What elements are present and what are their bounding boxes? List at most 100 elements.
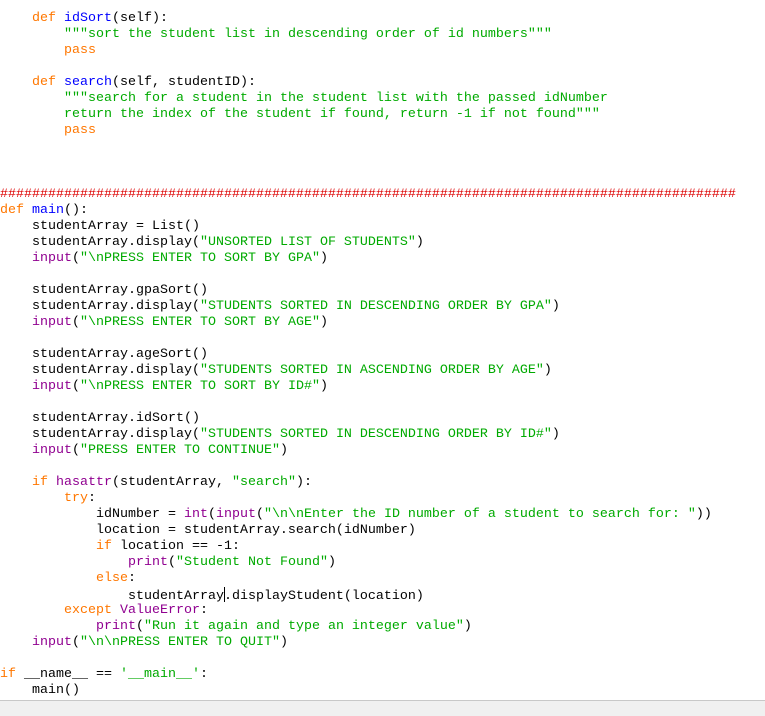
- string-token: "STUDENTS SORTED IN ASCENDING ORDER BY A…: [199, 363, 544, 378]
- string-token: """search for a student in the student l…: [64, 91, 608, 106]
- code-line[interactable]: if hasattr(studentArray, "search"):: [0, 475, 736, 491]
- keyword-token: except: [64, 603, 112, 618]
- code-line[interactable]: ​: [0, 155, 736, 171]
- code-line[interactable]: ​: [0, 267, 736, 283]
- code-line[interactable]: studentArray.display("STUDENTS SORTED IN…: [0, 427, 736, 443]
- code-token: (studentArray,: [112, 475, 232, 490]
- string-token: "PRESS ENTER TO CONTINUE": [80, 443, 280, 458]
- code-line[interactable]: pass: [0, 123, 736, 139]
- code-token: location == -1:: [111, 539, 240, 554]
- string-token: "STUDENTS SORTED IN DESCENDING ORDER BY …: [199, 427, 552, 442]
- code-line[interactable]: studentArray.ageSort(): [0, 347, 736, 363]
- code-token: (self):: [112, 11, 168, 26]
- code-token: :: [199, 667, 208, 682]
- code-line[interactable]: main(): [0, 683, 736, 699]
- code-line[interactable]: studentArray = List(): [0, 219, 736, 235]
- definition-name-token: search: [64, 75, 112, 90]
- code-line[interactable]: input("\nPRESS ENTER TO SORT BY ID#"): [0, 379, 736, 395]
- code-line[interactable]: if location == -1:: [0, 539, 736, 555]
- code-line[interactable]: print("Student Not Found"): [0, 555, 736, 571]
- string-token: "\n\nPRESS ENTER TO QUIT": [80, 635, 280, 650]
- code-line[interactable]: except ValueError:: [0, 603, 736, 619]
- code-line[interactable]: studentArray.display("UNSORTED LIST OF S…: [0, 235, 736, 251]
- code-line[interactable]: try:: [0, 491, 736, 507]
- code-line[interactable]: if __name__ == '__main__':: [0, 667, 736, 683]
- code-token: studentArray.display(: [0, 235, 200, 250]
- code-line[interactable]: ########################################…: [0, 187, 736, 203]
- code-line[interactable]: ​: [0, 171, 736, 187]
- code-line[interactable]: def idSort(self):: [0, 11, 736, 27]
- code-line[interactable]: print("Run it again and type an integer …: [0, 619, 736, 635]
- code-line[interactable]: ​: [0, 459, 736, 475]
- string-token: "\n\nEnter the ID number of a student to…: [263, 507, 696, 522]
- code-token: __name__ ==: [16, 667, 120, 682]
- code-line[interactable]: pass: [0, 43, 736, 59]
- code-token: .displayStudent(location): [223, 589, 424, 604]
- code-token: ): [279, 443, 288, 458]
- code-line[interactable]: input("\nPRESS ENTER TO SORT BY AGE"): [0, 315, 736, 331]
- code-line[interactable]: ​: [0, 651, 736, 667]
- string-token: return the index of the student if found…: [64, 107, 600, 122]
- status-bar: [0, 700, 765, 716]
- code-line[interactable]: studentArray.idSort(): [0, 411, 736, 427]
- code-token: (: [72, 635, 80, 650]
- code-token: ): [543, 363, 552, 378]
- keyword-token: def: [32, 11, 56, 26]
- code-token: (self, studentID):: [112, 75, 256, 90]
- code-line[interactable]: input("\nPRESS ENTER TO SORT BY GPA"): [0, 251, 736, 267]
- code-line[interactable]: def search(self, studentID):: [0, 75, 736, 91]
- code-token: (: [72, 251, 80, 266]
- code-line[interactable]: ​: [0, 59, 736, 75]
- code-line[interactable]: ​: [0, 331, 736, 347]
- code-line[interactable]: idNumber = int(input("\n\nEnter the ID n…: [0, 507, 736, 523]
- code-token: (: [72, 379, 80, 394]
- code-token: (: [135, 619, 144, 634]
- code-line[interactable]: else:: [0, 571, 736, 587]
- code-line[interactable]: return the index of the student if found…: [0, 107, 736, 123]
- code-line[interactable]: studentArray.display("STUDENTS SORTED IN…: [0, 363, 736, 379]
- definition-name-token: main: [32, 203, 64, 218]
- code-line[interactable]: studentArray.display("STUDENTS SORTED IN…: [0, 299, 736, 315]
- code-line[interactable]: ​: [0, 395, 736, 411]
- builtin-token: print: [127, 555, 168, 570]
- code-line[interactable]: location = studentArray.search(idNumber): [0, 523, 736, 539]
- code-editor[interactable]: def idSort(self): """sort the student li…: [0, 0, 765, 700]
- code-token: main(): [0, 683, 80, 698]
- keyword-token: def: [0, 203, 24, 218]
- code-text-area[interactable]: def idSort(self): """sort the student li…: [0, 11, 736, 699]
- code-line[interactable]: def main():: [0, 203, 736, 219]
- string-token: """sort the student list in descending o…: [64, 27, 552, 42]
- keyword-token: else: [95, 571, 128, 586]
- keyword-token: pass: [64, 43, 96, 58]
- code-token: ): [551, 427, 560, 442]
- keyword-token: if: [0, 667, 16, 682]
- builtin-token: input: [32, 315, 72, 330]
- code-line[interactable]: """sort the student list in descending o…: [0, 27, 736, 43]
- code-line[interactable]: """search for a student in the student l…: [0, 91, 736, 107]
- code-token: studentArray.display(: [0, 299, 200, 314]
- code-line[interactable]: ​: [0, 139, 736, 155]
- code-line[interactable]: studentArray.gpaSort(): [0, 283, 736, 299]
- keyword-token: pass: [64, 123, 96, 138]
- string-token: "\nPRESS ENTER TO SORT BY GPA": [80, 251, 320, 266]
- builtin-token: input: [32, 379, 72, 394]
- builtin-token: print: [95, 619, 136, 634]
- code-line[interactable]: input("PRESS ENTER TO CONTINUE"): [0, 443, 736, 459]
- code-token: ): [319, 379, 328, 394]
- code-line[interactable]: input("\n\nPRESS ENTER TO QUIT"): [0, 635, 736, 651]
- code-token: :: [127, 571, 136, 586]
- code-line[interactable]: studentArray.displayStudent(location): [0, 587, 736, 604]
